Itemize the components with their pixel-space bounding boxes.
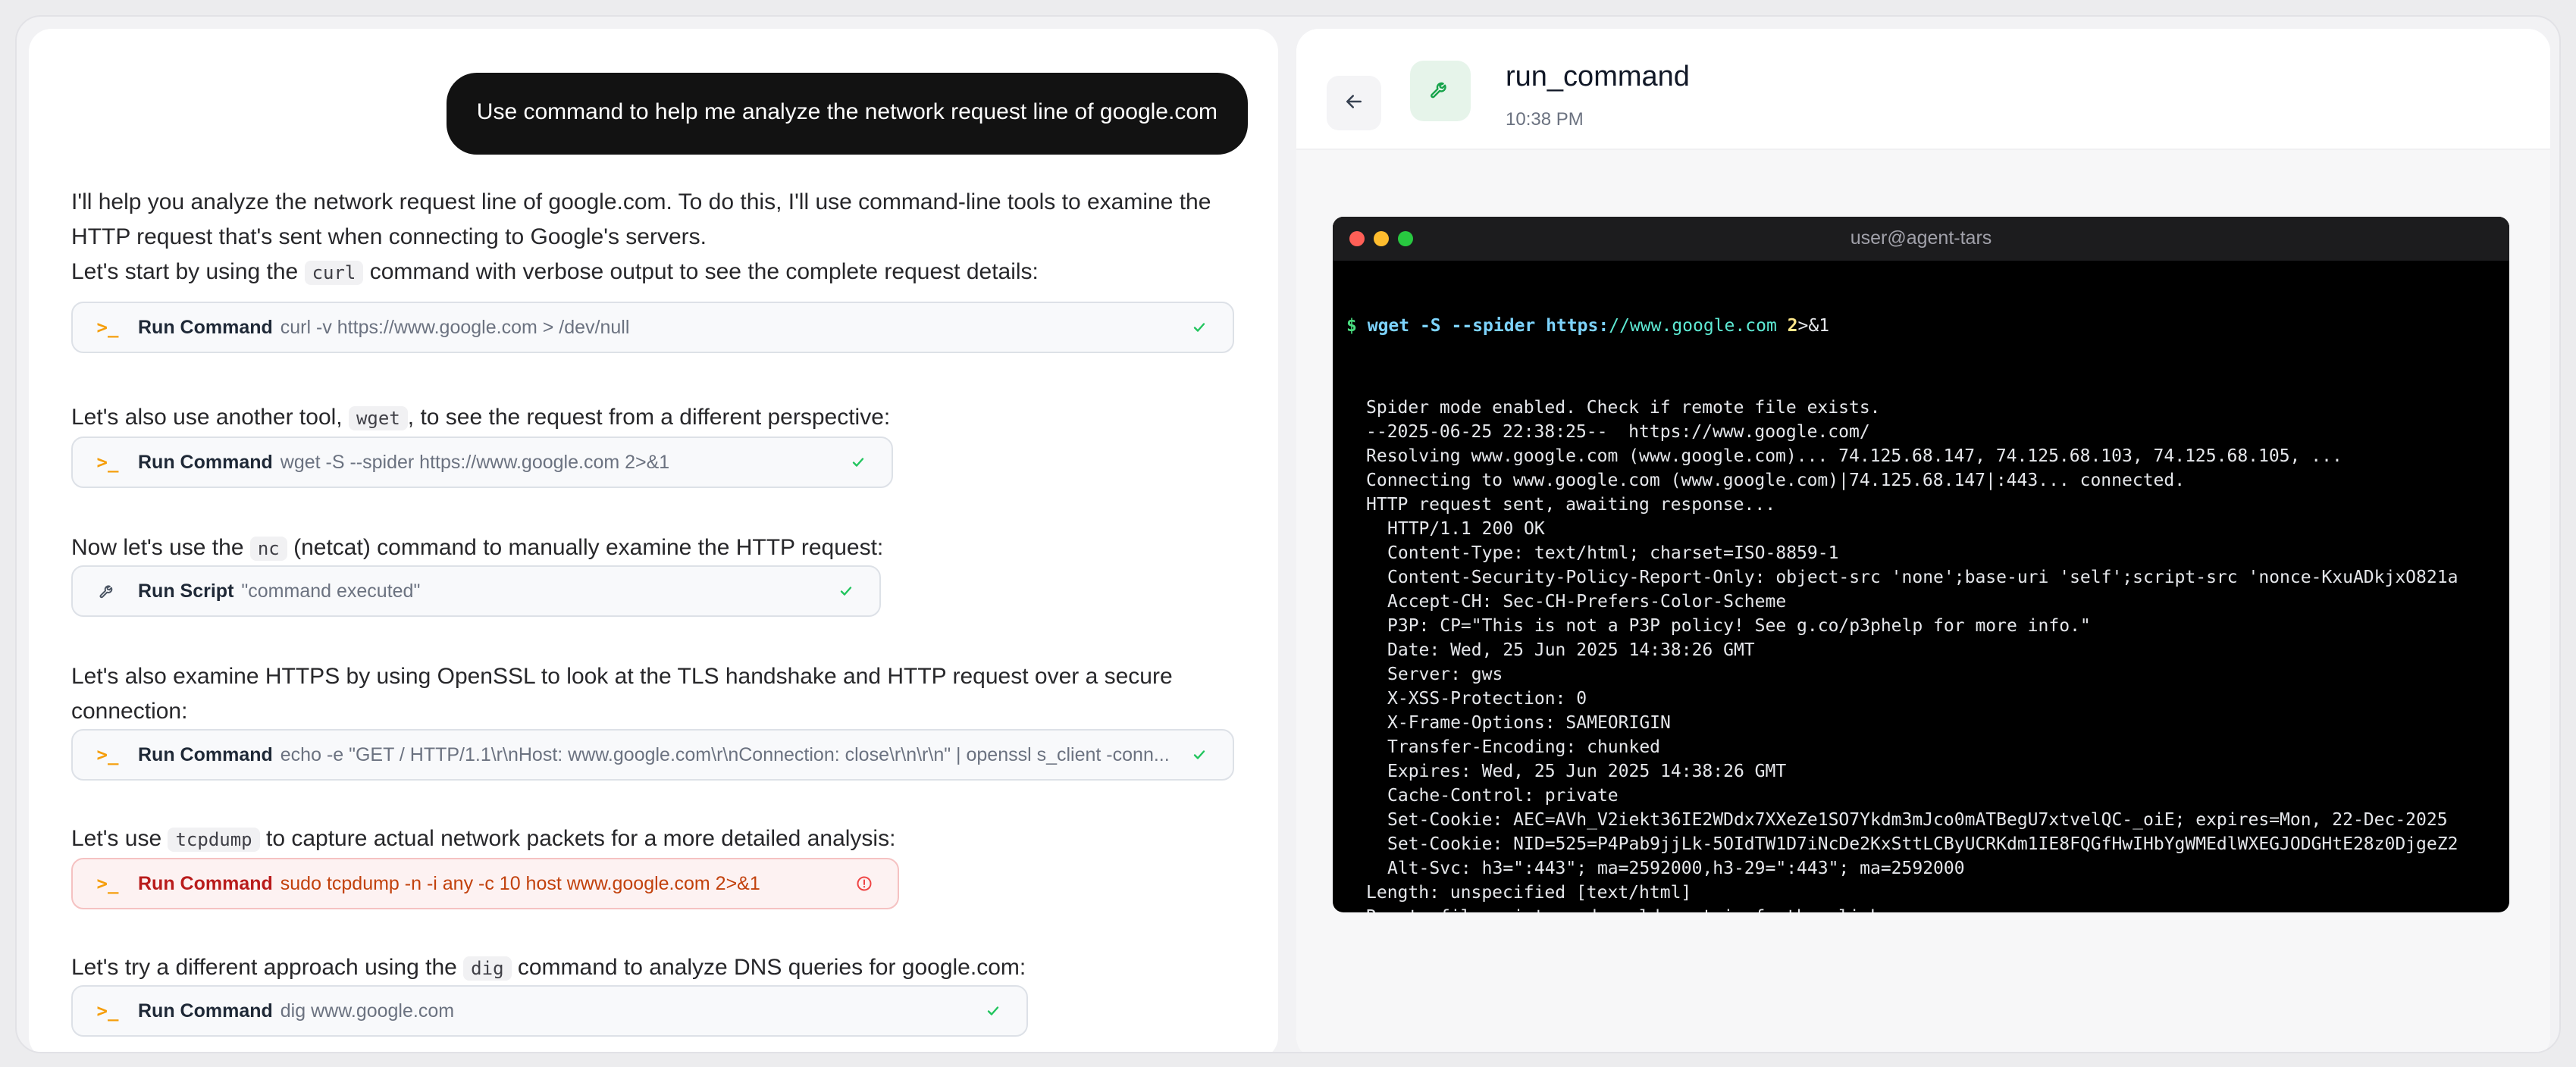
terminal-output-line: Length: unspecified [text/html] [1366, 883, 1692, 903]
terminal-output-line: Remote file exists and could contain fur… [1346, 905, 2496, 912]
terminal-output-line: Alt-Svc: h3=":443"; ma=2592000,h3-29=":4… [1387, 859, 1965, 878]
terminal-output-line: HTTP/1.1 200 OK [1387, 519, 1545, 539]
wrench-icon [94, 577, 121, 605]
terminal-output-line: Accept-CH: Sec-CH-Prefers-Color-Scheme [1387, 592, 1787, 612]
terminal-output-line: Transfer-Encoding: chunked [1387, 737, 1661, 757]
step-text: Now let's use the nc (netcat) command to… [71, 535, 884, 561]
assistant-intro: I'll help you analyze the network reques… [71, 185, 1254, 290]
tool-timestamp: 10:38 PM [1506, 109, 1584, 130]
inline-code: nc [249, 537, 287, 561]
terminal-prompt-icon: >_ [96, 744, 119, 765]
wrench-icon [1428, 77, 1453, 105]
terminal-output-line: Server: gws [1387, 665, 1503, 684]
terminal-output-line: Spider mode enabled. Check if remote fil… [1366, 398, 1881, 418]
tool-panel-header: run_command 10:38 PM [1296, 29, 2550, 150]
inline-code: curl [304, 261, 364, 285]
step-text: Let's use tcpdump to capture actual netw… [71, 826, 896, 852]
terminal-prompt-icon: >_ [96, 873, 119, 894]
app-window: Use command to help me analyze the netwo… [15, 15, 2561, 1053]
terminal-title: user@agent-tars [1850, 227, 1992, 249]
terminal-prompt-icon: >_ [96, 452, 119, 473]
terminal-output-line: Set-Cookie: AEC=AVh_V2iekt36IE2WDdx7XXeZ… [1387, 810, 2448, 830]
terminal-output-line: Set-Cookie: NID=525=P4Pab9jjLk-5OIdTW1D7… [1387, 834, 2458, 854]
step-text: Let's try a different approach using the… [71, 955, 1026, 981]
chat-panel: Use command to help me analyze the netwo… [29, 29, 1278, 1052]
step-text: Let's also use another tool, wget, to se… [71, 405, 891, 430]
back-button[interactable] [1327, 76, 1381, 130]
terminal-output-line: Expires: Wed, 25 Jun 2025 14:38:26 GMT [1387, 762, 1787, 781]
terminal-prompt-line: $ wget -S --spider https://www.google.co… [1346, 316, 1830, 336]
tool-call-card-script[interactable]: Run Script "command executed" [71, 565, 881, 617]
inline-code: wget [348, 406, 408, 430]
terminal-output-line: X-Frame-Options: SAMEORIGIN [1387, 713, 1671, 733]
terminal-title-bar: user@agent-tars [1333, 217, 2509, 261]
tool-call-card-dig[interactable]: >_ Run Command dig www.google.com [71, 985, 1028, 1037]
terminal-lines: Spider mode enabled. Check if remote fil… [1346, 396, 2496, 912]
tool-call-card-wget[interactable]: >_ Run Command wget -S --spider https://… [71, 436, 893, 488]
terminal-output-line: Resolving www.google.com (www.google.com… [1366, 446, 2343, 466]
terminal-output-line: Content-Security-Policy-Report-Only: obj… [1387, 568, 2458, 587]
tool-call-card-openssl[interactable]: >_ Run Command echo -e "GET / HTTP/1.1\r… [71, 729, 1234, 781]
tool-call-card-curl[interactable]: >_ Run Command curl -v https://www.googl… [71, 302, 1234, 353]
inline-code: dig [463, 956, 512, 981]
step-text: Let's start by using the curl command wi… [71, 259, 1039, 285]
terminal-output-line: P3P: CP="This is not a P3P policy! See g… [1387, 616, 2091, 636]
tool-title: run_command [1506, 61, 1690, 92]
terminal-output-line: Content-Type: text/html; charset=ISO-885… [1387, 543, 1839, 563]
error-icon [854, 873, 875, 894]
check-icon [982, 1000, 1004, 1022]
intro-line: HTTP request that's sent when connecting… [71, 224, 707, 249]
arrow-left-icon [1343, 90, 1365, 117]
check-icon [835, 580, 857, 602]
tool-call-card-tcpdump[interactable]: >_ Run Command sudo tcpdump -n -i any -c… [71, 858, 899, 909]
check-icon [1189, 317, 1210, 338]
terminal-window: user@agent-tars $ wget -S --spider https… [1333, 217, 2509, 912]
terminal-output-line: Connecting to www.google.com (www.google… [1366, 471, 2186, 490]
terminal-output-line: Cache-Control: private [1387, 786, 1619, 806]
check-icon [1189, 744, 1210, 765]
terminal-prompt-icon: >_ [96, 317, 119, 338]
tool-detail-panel: run_command 10:38 PM user@agent-tars $ w… [1296, 29, 2550, 1052]
inline-code: tcpdump [168, 828, 260, 852]
terminal-output-line: --2025-06-25 22:38:25-- https://www.goog… [1366, 422, 1870, 442]
terminal-output: $ wget -S --spider https://www.google.co… [1333, 261, 2509, 912]
check-icon [848, 452, 869, 473]
step-text: Let's also examine HTTPS by using OpenSS… [71, 664, 1173, 724]
user-message-bubble: Use command to help me analyze the netwo… [446, 73, 1248, 155]
tool-panel-body: user@agent-tars $ wget -S --spider https… [1296, 150, 2550, 1052]
terminal-output-line: X-XSS-Protection: 0 [1387, 689, 1587, 709]
terminal-output-line: Date: Wed, 25 Jun 2025 14:38:26 GMT [1387, 640, 1755, 660]
intro-line: I'll help you analyze the network reques… [71, 189, 1211, 214]
terminal-output-line: HTTP request sent, awaiting response... [1366, 495, 1776, 515]
terminal-prompt-icon: >_ [96, 1000, 119, 1022]
tool-badge [1410, 61, 1471, 121]
